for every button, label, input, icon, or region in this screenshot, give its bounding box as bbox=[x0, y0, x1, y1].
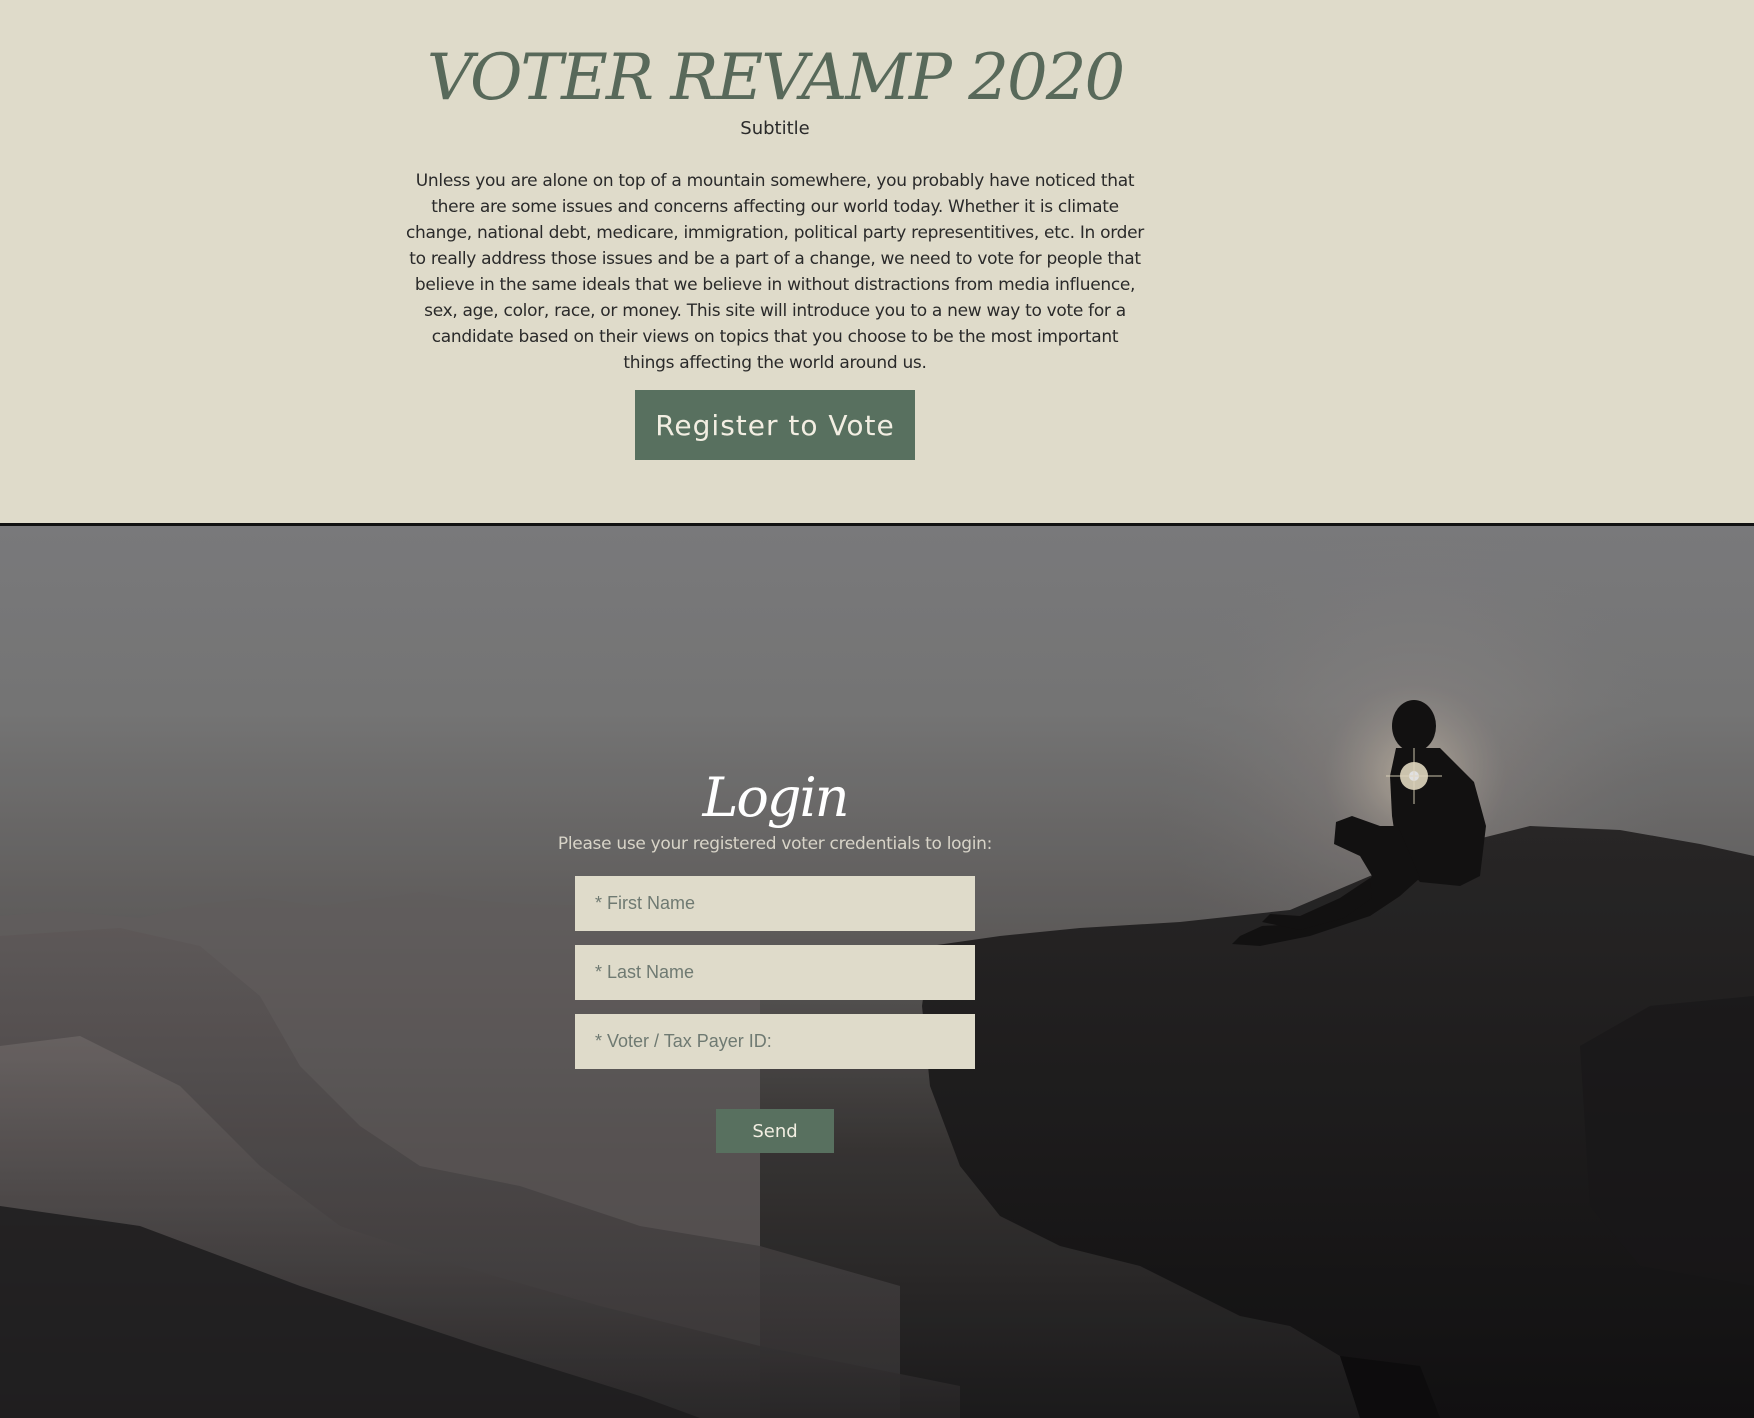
last-name-field[interactable] bbox=[575, 945, 975, 1000]
first-name-field[interactable] bbox=[575, 876, 975, 931]
page-subtitle: Subtitle bbox=[740, 118, 810, 139]
login-instructions: Please use your registered voter credent… bbox=[557, 834, 993, 854]
page-title: VOTER REVAMP 2020 bbox=[426, 41, 1125, 115]
hero-section: VOTER REVAMP 2020 Subtitle Unless you ar… bbox=[0, 0, 1754, 526]
voter-id-field[interactable] bbox=[575, 1014, 975, 1069]
login-title: Login bbox=[702, 766, 850, 829]
intro-paragraph: Unless you are alone on top of a mountai… bbox=[406, 171, 1144, 373]
login-section: Login Please use your registered voter c… bbox=[0, 526, 1754, 1418]
register-to-vote-button[interactable]: Register to Vote bbox=[635, 390, 915, 460]
send-button[interactable]: Send bbox=[716, 1109, 834, 1153]
